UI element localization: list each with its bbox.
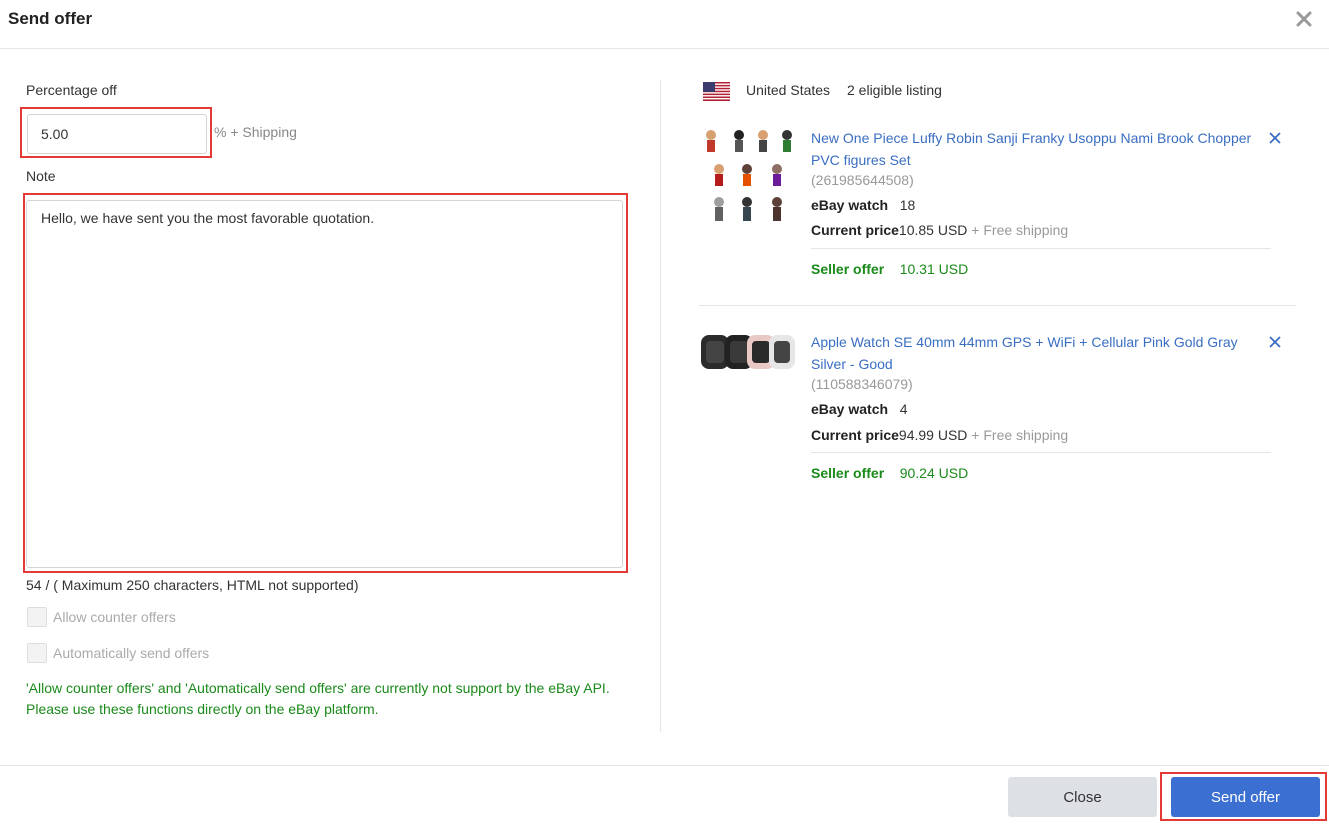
watch-row: eBay watch 4 [811,401,908,417]
allow-counter-label: Allow counter offers [53,609,176,625]
watch-label: eBay watch [811,401,889,417]
remove-item-icon[interactable] [1268,335,1282,349]
price-value: 94.99 USD [898,427,968,443]
price-label: Current price [811,222,899,238]
note-textarea[interactable]: Hello, we have sent you the most favorab… [26,200,623,568]
dialog-header: Send offer [0,0,1329,49]
char-count: 54 / ( Maximum 250 characters, HTML not … [26,577,359,593]
offer-label: Seller offer [811,261,885,277]
price-value: 10.85 USD [898,222,968,238]
watch-label: eBay watch [811,197,889,213]
allow-counter-offers-row[interactable]: Allow counter offers [27,607,176,627]
send-offer-button[interactable]: Send offer [1171,777,1320,817]
vertical-divider [660,80,661,732]
percentage-input[interactable] [27,114,207,154]
item-id: (261985644508) [811,172,914,188]
item-id: (110588346079) [811,376,913,392]
price-label: Current price [811,427,899,443]
offer-value: 10.31 USD [899,261,969,277]
figures-thumbnail [706,130,792,221]
watch-row: eBay watch 18 [811,197,915,213]
seller-offer-row: Seller offer 90.24 USD [811,465,968,481]
shipping-text: + Free shipping [971,222,1069,238]
item-divider [811,248,1271,249]
offer-label: Seller offer [811,465,885,481]
country-label: United States [746,82,831,98]
item-title-link[interactable]: Apple Watch SE 40mm 44mm GPS + WiFi + Ce… [811,331,1266,375]
item-title-link[interactable]: New One Piece Luffy Robin Sanji Franky U… [811,127,1266,171]
watch-value: 18 [899,197,916,213]
api-warning: 'Allow counter offers' and 'Automaticall… [26,680,610,717]
note-label: Note [26,168,56,184]
auto-send-row[interactable]: Automatically send offers [27,643,209,663]
close-button[interactable]: Close [1008,777,1157,817]
close-icon[interactable] [1295,10,1313,28]
percentage-label: Percentage off [26,82,117,98]
us-flag-icon [703,82,730,101]
price-row: Current price94.99 USD + Free shipping [811,427,1068,443]
eligible-count: 2 eligible listing [847,82,942,98]
shipping-text: + Free shipping [971,427,1069,443]
dialog-title: Send offer [8,9,93,28]
auto-send-checkbox[interactable] [27,643,47,663]
item-divider [811,452,1271,453]
auto-send-label: Automatically send offers [53,645,210,661]
offer-value: 90.24 USD [899,465,969,481]
watch-thumbnail [701,335,795,369]
allow-counter-checkbox[interactable] [27,607,47,627]
seller-offer-row: Seller offer 10.31 USD [811,261,968,277]
watch-value: 4 [899,401,908,417]
remove-item-icon[interactable] [1268,131,1282,145]
listing-divider [699,305,1296,306]
percentage-suffix: % + Shipping [214,124,297,140]
price-row: Current price10.85 USD + Free shipping [811,222,1068,238]
